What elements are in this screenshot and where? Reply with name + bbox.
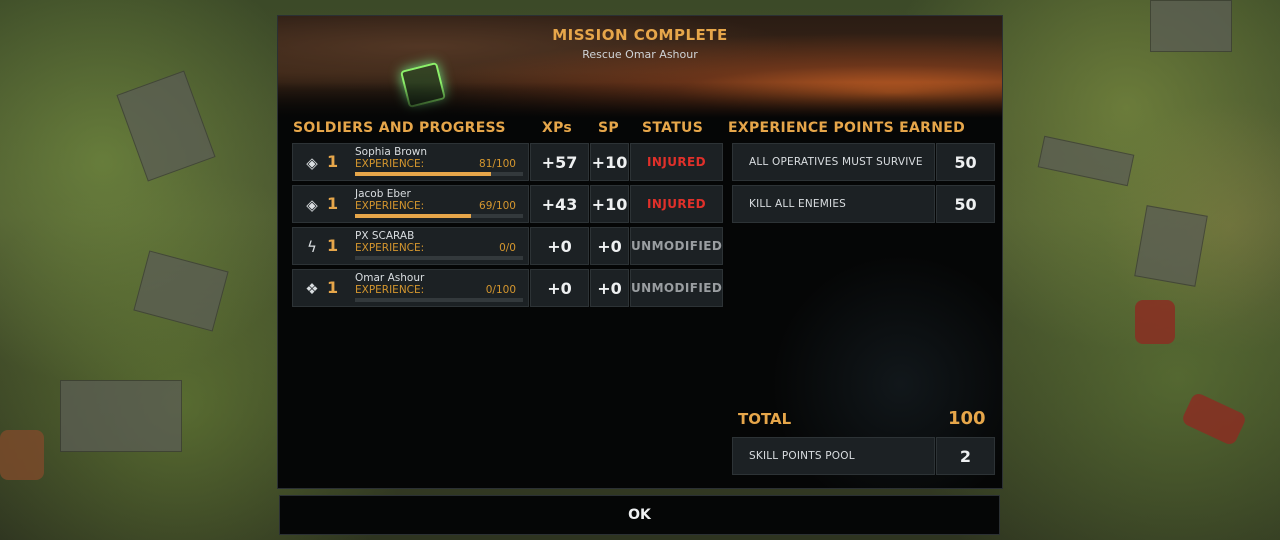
ruined-wall — [116, 70, 216, 182]
rank-chevron-icon: ◈ — [306, 154, 318, 172]
experience-bar — [355, 256, 523, 260]
sp-value: +10 — [591, 153, 628, 172]
experience-earned-header: EXPERIENCE POINTS EARNED — [728, 120, 966, 136]
mission-subtitle: Rescue Omar Ashour — [582, 48, 698, 61]
soldiers-header: SOLDIERS AND PROGRESS — [293, 120, 506, 136]
status-cell: INJURED — [630, 143, 723, 181]
ruined-wall — [133, 250, 229, 332]
glowing-device-icon — [399, 61, 447, 109]
soldier-name: PX SCARAB — [355, 230, 415, 242]
ok-button[interactable]: OK — [279, 495, 1000, 535]
ruined-wall — [60, 380, 182, 452]
objective-value: 50 — [954, 153, 977, 172]
sp-header: SP — [598, 120, 619, 136]
experience-bar — [355, 172, 523, 176]
red-barrel — [1135, 300, 1175, 344]
sp-cell: +0 — [590, 269, 629, 307]
soldier-row[interactable]: ◈ 1 Jacob Eber EXPERIENCE: 69/100 — [292, 185, 529, 223]
sp-cell: +10 — [590, 185, 629, 223]
objective-row: ALL OPERATIVES MUST SURVIVE — [732, 143, 935, 181]
soldier-rank: 1 — [327, 278, 339, 297]
skill-points-pool-row: SKILL POINTS POOL — [732, 437, 935, 475]
experience-value: 81/100 — [479, 158, 516, 170]
skill-points-pool-value: 2 — [959, 447, 972, 466]
objective-value-cell: 50 — [936, 143, 995, 181]
sp-value: +10 — [591, 195, 628, 214]
ruined-wall — [1150, 0, 1232, 52]
sp-value: +0 — [597, 279, 622, 298]
xp-value: +0 — [547, 237, 572, 256]
xp-cell: +43 — [530, 185, 589, 223]
experience-value: 69/100 — [479, 200, 516, 212]
experience-value: 0/100 — [485, 284, 516, 296]
skill-points-pool-label: SKILL POINTS POOL — [749, 450, 855, 462]
red-barrel — [0, 430, 44, 480]
experience-label: EXPERIENCE: — [355, 242, 425, 254]
objective-row: KILL ALL ENEMIES — [732, 185, 935, 223]
status-value: INJURED — [647, 155, 706, 169]
soldier-rank: 1 — [327, 236, 339, 255]
diamond-cluster-icon: ❖ — [305, 280, 319, 298]
status-value: INJURED — [647, 197, 706, 211]
status-cell: INJURED — [630, 185, 723, 223]
soldier-row[interactable]: ❖ 1 Omar Ashour EXPERIENCE: 0/100 — [292, 269, 529, 307]
soldier-row[interactable]: ◈ 1 Sophia Brown EXPERIENCE: 81/100 — [292, 143, 529, 181]
experience-bar-fill — [355, 214, 471, 218]
soldier-name: Jacob Eber — [355, 188, 411, 200]
experience-bar — [355, 298, 523, 302]
sp-value: +0 — [597, 237, 622, 256]
experience-label: EXPERIENCE: — [355, 158, 425, 170]
objective-value-cell: 50 — [936, 185, 995, 223]
experience-bar-fill — [355, 172, 492, 176]
soldier-rank: 1 — [327, 152, 339, 171]
xp-cell: +57 — [530, 143, 589, 181]
experience-bar — [355, 214, 523, 218]
status-header: STATUS — [642, 120, 704, 136]
experience-label: EXPERIENCE: — [355, 200, 425, 212]
xp-value: +57 — [541, 153, 578, 172]
objective-label: KILL ALL ENEMIES — [749, 198, 847, 210]
experience-value: 0/0 — [499, 242, 516, 254]
mission-summary-panel: MISSION COMPLETE Rescue Omar Ashour SOLD… — [277, 15, 1003, 489]
xps-header: XPs — [542, 120, 573, 136]
skill-points-pool-value-cell: 2 — [936, 437, 995, 475]
total-value: 100 — [948, 408, 986, 429]
status-value: UNMODIFIED — [631, 281, 723, 295]
ruined-wall — [1037, 135, 1135, 187]
xp-cell: +0 — [530, 227, 589, 265]
mission-title: MISSION COMPLETE — [552, 26, 728, 44]
xp-value: +0 — [547, 279, 572, 298]
red-barrel — [1180, 391, 1248, 447]
soldier-name: Omar Ashour — [355, 272, 425, 284]
soldier-rank: 1 — [327, 194, 339, 213]
objective-value: 50 — [954, 195, 977, 214]
sp-cell: +0 — [590, 227, 629, 265]
experience-label: EXPERIENCE: — [355, 284, 425, 296]
rank-chevron-icon: ◈ — [306, 196, 318, 214]
status-cell: UNMODIFIED — [630, 269, 723, 307]
soldier-name: Sophia Brown — [355, 146, 428, 158]
lightning-icon: ϟ — [307, 238, 317, 256]
sp-cell: +10 — [590, 143, 629, 181]
soldier-row[interactable]: ϟ 1 PX SCARAB EXPERIENCE: 0/0 — [292, 227, 529, 265]
status-cell: UNMODIFIED — [630, 227, 723, 265]
ruined-wall — [1134, 205, 1208, 287]
objective-label: ALL OPERATIVES MUST SURVIVE — [749, 156, 923, 168]
xp-cell: +0 — [530, 269, 589, 307]
total-label: TOTAL — [738, 410, 792, 428]
status-value: UNMODIFIED — [631, 239, 723, 253]
xp-value: +43 — [541, 195, 578, 214]
